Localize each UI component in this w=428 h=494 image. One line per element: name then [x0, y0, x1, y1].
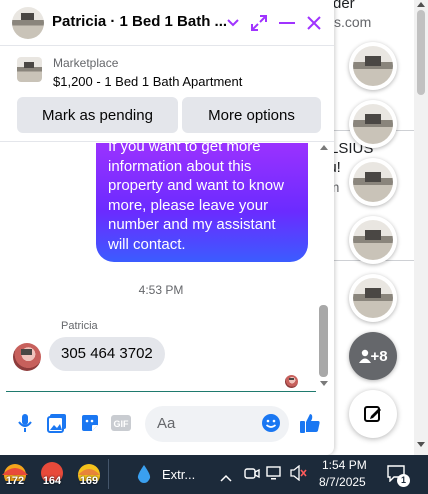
taskbar-app-label[interactable]: Extr... [162, 467, 195, 482]
page-scroll-thumb[interactable] [417, 10, 425, 95]
outgoing-message: If you want to get more information abou… [96, 143, 308, 262]
sticker-icon[interactable] [79, 412, 101, 434]
weather-widget-3[interactable]: 169 [74, 459, 104, 489]
sender-name: Patricia [61, 320, 98, 332]
chevron-down-icon[interactable] [222, 12, 244, 34]
chat-head-5[interactable] [349, 274, 397, 322]
contact-avatar[interactable] [12, 7, 44, 39]
mark-as-pending-button[interactable]: Mark as pending [17, 97, 178, 133]
taskbar-separator [108, 459, 109, 489]
meet-now-icon[interactable] [244, 465, 260, 486]
msg-scroll-down-icon[interactable] [320, 381, 328, 386]
message-scrollbar[interactable] [318, 143, 330, 391]
network-icon[interactable] [266, 465, 284, 486]
page-scrollbar[interactable] [414, 0, 428, 455]
read-receipt-avatar [285, 375, 298, 388]
compose-icon [364, 406, 381, 422]
thumbs-up-icon[interactable] [299, 412, 321, 434]
chat-header: Patricia · 1 Bed 1 Bath ... [0, 0, 334, 46]
incoming-message: 305 464 3702 [49, 337, 165, 371]
minimize-icon[interactable] [276, 12, 298, 34]
more-options-button[interactable]: More options [182, 97, 321, 133]
new-message-button[interactable] [349, 390, 397, 438]
message-scroll-thumb[interactable] [319, 305, 328, 377]
widget-3-value: 169 [79, 475, 99, 487]
scroll-up-icon[interactable] [417, 2, 425, 7]
time-separator: 4:53 PM [138, 283, 184, 297]
scroll-down-icon[interactable] [417, 442, 425, 447]
chat-head-2[interactable] [349, 100, 397, 148]
message-list: If you want to get more information abou… [0, 143, 318, 391]
taskbar-time[interactable]: 1:54 PM [322, 458, 367, 472]
widget-1-value: 172 [5, 475, 25, 487]
chat-head-1[interactable] [349, 42, 397, 90]
chat-head-4[interactable] [349, 216, 397, 264]
widget-2-value: 164 [42, 475, 62, 487]
close-icon[interactable] [303, 12, 325, 34]
marketplace-label: Marketplace [53, 56, 119, 70]
gif-icon[interactable]: GIF [110, 412, 132, 434]
taskbar-date[interactable]: 8/7/2025 [319, 475, 366, 489]
chat-title[interactable]: Patricia · 1 Bed 1 Bath ... [52, 13, 227, 30]
more-chats-count: +8 [370, 347, 388, 365]
bg-text-2: s.com [334, 14, 372, 30]
weather-widget-1[interactable]: 172 [0, 459, 30, 489]
more-chats-button[interactable]: +8 [349, 332, 397, 380]
taskbar: 172 164 169 Extr... 1:54 PM 8/7/2025 1 [0, 455, 428, 494]
sender-avatar[interactable] [13, 343, 41, 371]
svg-text:GIF: GIF [114, 419, 130, 429]
listing-thumbnail[interactable] [17, 57, 42, 82]
emoji-icon[interactable] [260, 412, 282, 434]
listing-title[interactable]: $1,200 - 1 Bed 1 Bath Apartment [53, 74, 242, 89]
chat-head-3[interactable] [349, 158, 397, 206]
chevron-up-icon[interactable] [220, 469, 232, 487]
composer: GIF Aa [0, 404, 334, 444]
expand-icon[interactable] [248, 12, 270, 34]
microphone-icon[interactable] [14, 412, 36, 434]
chat-window: Patricia · 1 Bed 1 Bath ... Marketplace … [0, 0, 334, 455]
msg-scroll-up-icon[interactable] [320, 145, 328, 150]
weather-widget-2[interactable]: 164 [37, 459, 67, 489]
volume-muted-icon[interactable] [290, 464, 308, 486]
composer-divider [6, 391, 316, 392]
water-drop-icon[interactable] [136, 464, 152, 489]
notification-badge: 1 [397, 474, 410, 487]
photo-icon[interactable] [46, 412, 68, 434]
